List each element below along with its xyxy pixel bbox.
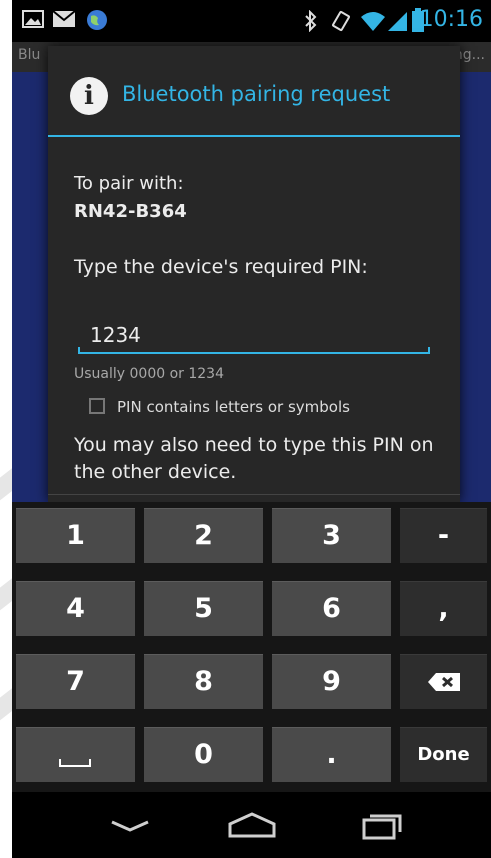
key-6[interactable]: 6 bbox=[272, 581, 391, 636]
pin-input-tick bbox=[78, 347, 80, 353]
recent-apps-icon[interactable] bbox=[352, 806, 412, 846]
bluetooth-pairing-dialog: i Bluetooth pairing request To pair with… bbox=[48, 46, 460, 502]
space-key[interactable] bbox=[16, 727, 135, 782]
key-9[interactable]: 9 bbox=[272, 654, 391, 709]
vibrate-icon bbox=[332, 10, 350, 32]
mail-icon bbox=[52, 10, 76, 27]
letters-symbols-checkbox[interactable] bbox=[89, 398, 105, 414]
device-name: RN42-B364 bbox=[74, 201, 187, 222]
numeric-keyboard: 1 2 3 - 4 5 6 , 7 8 9 0 . Done bbox=[12, 502, 491, 792]
pair-with-label: To pair with: bbox=[74, 173, 184, 194]
pin-input-tick bbox=[428, 347, 430, 353]
picture-icon bbox=[22, 10, 44, 28]
wifi-icon bbox=[361, 12, 385, 31]
dialog-button-divider bbox=[48, 494, 460, 495]
navigation-bar bbox=[12, 792, 491, 858]
phone-screen: 10:16 Blu ng... i Bluetooth pairing requ… bbox=[12, 0, 491, 858]
key-1[interactable]: 1 bbox=[16, 508, 135, 563]
key-8[interactable]: 8 bbox=[144, 654, 263, 709]
backspace-key[interactable] bbox=[400, 654, 487, 709]
dialog-title: Bluetooth pairing request bbox=[122, 82, 391, 106]
also-need-message: You may also need to type this PIN on th… bbox=[74, 434, 434, 483]
info-icon: i bbox=[70, 77, 108, 115]
clock: 10:16 bbox=[419, 7, 483, 32]
key-minus[interactable]: - bbox=[400, 508, 487, 563]
dialog-header: i Bluetooth pairing request bbox=[48, 46, 460, 137]
key-3[interactable]: 3 bbox=[272, 508, 391, 563]
key-7[interactable]: 7 bbox=[16, 654, 135, 709]
background-app-title: Blu bbox=[18, 47, 41, 63]
key-2[interactable]: 2 bbox=[144, 508, 263, 563]
pin-input[interactable]: 1234 bbox=[78, 318, 430, 352]
pin-input-underline bbox=[78, 352, 430, 354]
space-icon bbox=[59, 759, 91, 767]
key-0[interactable]: 0 bbox=[144, 727, 263, 782]
back-icon[interactable] bbox=[100, 806, 160, 846]
status-bar: 10:16 bbox=[12, 0, 491, 42]
home-icon[interactable] bbox=[222, 806, 282, 846]
header-divider bbox=[48, 135, 460, 137]
pin-prompt: Type the device's required PIN: bbox=[74, 256, 368, 278]
key-4[interactable]: 4 bbox=[16, 581, 135, 636]
signal-icon bbox=[388, 12, 407, 31]
key-comma[interactable]: , bbox=[400, 581, 487, 636]
globe-icon bbox=[87, 10, 107, 30]
key-5[interactable]: 5 bbox=[144, 581, 263, 636]
key-period[interactable]: . bbox=[272, 727, 391, 782]
done-button[interactable]: Done bbox=[400, 727, 487, 782]
bluetooth-icon bbox=[305, 10, 317, 32]
checkbox-label[interactable]: PIN contains letters or symbols bbox=[117, 398, 350, 416]
backspace-icon bbox=[427, 673, 460, 691]
pin-hint: Usually 0000 or 1234 bbox=[74, 366, 224, 382]
